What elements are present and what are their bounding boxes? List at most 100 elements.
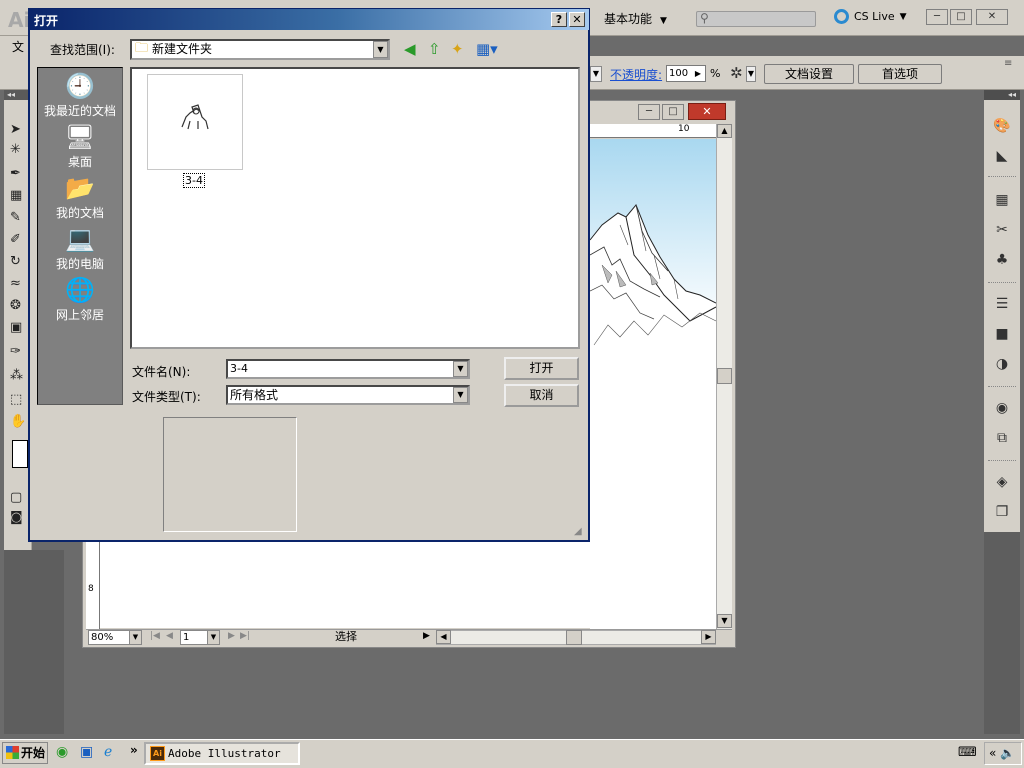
place-desktop[interactable]: 🖥 桌面 xyxy=(40,123,120,170)
app-minimize-button[interactable]: ─ xyxy=(926,9,948,25)
hand-tool-icon[interactable]: ✋ xyxy=(10,414,26,429)
place-my-computer[interactable]: 💻 我的电脑 xyxy=(40,225,120,272)
start-button[interactable]: 开始 xyxy=(2,742,48,764)
help-search-input[interactable]: ⚲ xyxy=(696,11,816,27)
doc-maximize-button[interactable]: □ xyxy=(662,104,684,120)
brushes-icon[interactable]: ✂ xyxy=(992,222,1012,238)
volume-icon[interactable]: 🔈 xyxy=(1000,746,1015,760)
media-player-icon[interactable]: ◉ xyxy=(56,744,68,760)
draw-mode-icon[interactable]: ▢ xyxy=(10,490,22,505)
grid-tool-icon[interactable]: ▦ xyxy=(10,188,22,203)
stroke-icon[interactable]: ☰ xyxy=(992,296,1012,312)
last-artboard-icon[interactable]: ▶| xyxy=(240,631,250,641)
screen-mode-icon[interactable]: ◙ xyxy=(10,510,23,525)
brush-tool-icon[interactable]: ✎ xyxy=(10,210,21,225)
first-artboard-icon[interactable]: |◀ xyxy=(150,631,160,641)
eyedropper-tool-icon[interactable]: ✑ xyxy=(10,344,21,359)
tray-expand-icon[interactable]: « xyxy=(989,746,996,760)
preferences-button[interactable]: 首选项 xyxy=(858,64,942,84)
quicklaunch-chevron-icon[interactable]: » xyxy=(130,743,138,757)
status-menu-icon[interactable]: ▶ xyxy=(423,631,430,641)
appearance-icon[interactable]: ◑ xyxy=(992,356,1012,372)
color-guide-icon[interactable]: 🎨 xyxy=(992,118,1012,134)
scroll-left-icon[interactable]: ◀ xyxy=(436,630,451,644)
prev-artboard-icon[interactable]: ◀ xyxy=(166,631,173,641)
symbols-icon[interactable]: ♣ xyxy=(992,252,1012,268)
vertical-scroll-thumb[interactable] xyxy=(717,368,732,384)
magic-wand-tool-icon[interactable]: ✳ xyxy=(10,142,21,157)
start-label: 开始 xyxy=(21,746,46,760)
place-network[interactable]: 🌐 网上邻居 xyxy=(40,276,120,323)
artboard-select[interactable]: 1 ▼ xyxy=(180,630,220,645)
internet-explorer-icon[interactable]: ℯ xyxy=(104,744,112,760)
menu-file[interactable]: 文 xyxy=(12,38,24,55)
rotate-tool-icon[interactable]: ↻ xyxy=(10,254,21,269)
graphic-styles-icon[interactable]: ◉ xyxy=(992,400,1012,416)
status-select[interactable]: 选择 xyxy=(258,630,434,645)
transparency-icon[interactable]: ■ xyxy=(992,326,1012,342)
scroll-right-icon[interactable]: ▶ xyxy=(701,630,716,644)
open-button[interactable]: 打开 xyxy=(504,357,579,380)
horizontal-ruler[interactable]: 10 xyxy=(590,124,716,138)
doc-close-button[interactable]: ✕ xyxy=(688,103,726,120)
chevron-down-icon[interactable]: ▼ xyxy=(453,361,468,377)
filename-input[interactable]: 3-4 ▼ xyxy=(226,359,470,379)
up-folder-icon[interactable]: ⇧ xyxy=(428,40,441,58)
app-maximize-button[interactable]: □ xyxy=(950,9,972,25)
artboards-icon[interactable]: ❐ xyxy=(992,504,1012,520)
resize-grip-icon[interactable]: ◢ xyxy=(574,526,582,537)
place-recent[interactable]: 🕘 我最近的文档 xyxy=(40,72,120,119)
workspace-switcher[interactable]: 基本功能 ▼ xyxy=(604,10,667,27)
back-icon[interactable]: ◀ xyxy=(404,40,416,58)
ruler-number: 8 xyxy=(88,584,94,594)
artboard-canvas-lower[interactable] xyxy=(100,540,716,628)
cancel-button[interactable]: 取消 xyxy=(504,384,579,407)
new-folder-icon[interactable]: ✦ xyxy=(451,40,464,58)
chevron-down-icon[interactable]: ▼ xyxy=(453,387,468,403)
warp-tool-icon[interactable]: ≈ xyxy=(10,276,21,291)
fill-swatch[interactable] xyxy=(12,440,28,468)
panel-menu-icon[interactable]: ≡ xyxy=(1004,58,1012,69)
chevron-down-icon[interactable]: ▼ xyxy=(590,66,602,82)
app-close-button[interactable]: ✕ xyxy=(976,9,1008,25)
align-icon[interactable]: ⧉ xyxy=(992,430,1012,446)
pen-tool-icon[interactable]: ✒ xyxy=(10,166,21,181)
doc-minimize-button[interactable]: ─ xyxy=(638,104,660,120)
layers-icon[interactable]: ◈ xyxy=(992,474,1012,490)
system-tray[interactable]: « 🔈 xyxy=(984,742,1022,765)
view-menu-icon[interactable]: ▦▾ xyxy=(476,40,498,58)
place-my-documents[interactable]: 📂 我的文档 xyxy=(40,174,120,221)
mesh-tool-icon[interactable]: ▣ xyxy=(10,320,22,335)
lookin-combo[interactable]: 🗀 新建文件夹 ▼ xyxy=(130,39,390,60)
taskbar-illustrator-button[interactable]: AiAdobe Illustrator CS5 xyxy=(144,742,300,768)
artboard-tool-icon[interactable]: ⬚ xyxy=(10,392,22,407)
filetype-select[interactable]: 所有格式 ▼ xyxy=(226,385,470,405)
horizontal-scroll-thumb[interactable] xyxy=(566,630,582,645)
opacity-label[interactable]: 不透明度: xyxy=(610,66,662,83)
next-artboard-icon[interactable]: ▶ xyxy=(228,631,235,641)
chevron-down-icon[interactable]: ▼ xyxy=(746,66,756,82)
file-name-label[interactable]: 3-4 xyxy=(183,173,205,188)
dialog-titlebar[interactable] xyxy=(29,9,589,30)
shape-builder-tool-icon[interactable]: ❂ xyxy=(10,298,21,313)
dialog-close-button[interactable]: ✕ xyxy=(569,12,585,27)
swatches-icon[interactable]: ▦ xyxy=(992,192,1012,208)
keyboard-icon[interactable]: ⌨ xyxy=(958,745,977,760)
recolor-icon[interactable]: ✲ xyxy=(730,64,743,82)
selection-tool-icon[interactable]: ➤ xyxy=(10,122,21,137)
gradient-icon[interactable]: ◣ xyxy=(992,148,1012,164)
symbol-sprayer-tool-icon[interactable]: ⁂ xyxy=(10,368,23,383)
file-thumbnail[interactable] xyxy=(147,74,243,170)
scroll-down-icon[interactable]: ▼ xyxy=(717,614,732,628)
cslive-button[interactable]: CS Live ▼ xyxy=(834,9,907,24)
vertical-ruler[interactable]: 8 xyxy=(86,538,100,630)
eraser-tool-icon[interactable]: ✐ xyxy=(10,232,21,247)
right-dock-expand-icon[interactable]: ◂◂ xyxy=(984,90,1020,100)
show-desktop-icon[interactable]: ▣ xyxy=(80,744,93,760)
scroll-up-icon[interactable]: ▲ xyxy=(717,124,732,138)
document-setup-button[interactable]: 文档设置 xyxy=(764,64,854,84)
cslive-label: CS Live xyxy=(854,10,895,23)
dialog-help-button[interactable]: ? xyxy=(551,12,567,27)
zoom-select[interactable]: 80% ▼ xyxy=(88,630,142,645)
opacity-step-icon[interactable]: ▶ xyxy=(692,66,704,81)
